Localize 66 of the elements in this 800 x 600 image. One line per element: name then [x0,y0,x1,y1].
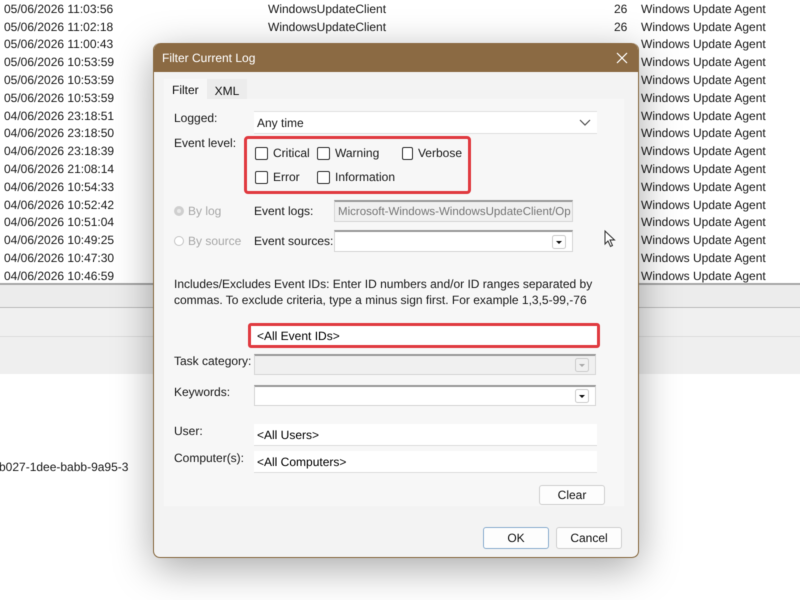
close-button[interactable] [614,50,630,66]
table-cell: 26 [614,20,628,34]
table-cell: WindowsUpdateClient [268,2,386,16]
table-cell: Windows Update Agent [641,180,766,194]
close-icon [616,52,628,64]
table-cell: 05/06/2026 11:02:18 [4,20,114,34]
tab[interactable]: XML [206,79,248,99]
help-text: Includes/Excludes Event IDs: Enter ID numbers and/or ID ranges separated by commas. To exclude criteria, type a minus sign first. For example 1,3,5-99,-76 [174,276,594,308]
field-label: Event level: [174,136,238,150]
table-cell: 04/06/2026 10:46:59 [4,268,114,283]
tab[interactable]: Filter [164,79,207,99]
dropdown[interactable] [254,385,596,406]
table-cell: Windows Update Agent [641,144,766,158]
clear-button[interactable]: Clear [539,485,605,505]
window-title: Filter Current Log [162,50,256,64]
table-cell: 04/06/2026 10:54:33 [4,180,114,194]
table-cell: Windows Update Agent [641,108,766,123]
table-cell: WindowsUpdateClient [268,20,386,34]
table-cell: Windows Update Agent [641,2,766,16]
table-cell: Windows Update Agent [641,162,766,176]
dialog-button[interactable]: OK [483,527,549,549]
table-cell: 04/06/2026 10:51:04 [4,215,114,230]
table-cell: 05/06/2026 10:53:59 [4,55,114,70]
table-cell: 04/06/2026 21:08:14 [4,162,114,176]
dialog-button[interactable]: Cancel [556,527,622,549]
table-cell: 04/06/2026 10:47:30 [4,251,114,266]
table-cell: 04/06/2026 23:18:51 [4,108,114,123]
table-cell: 05/06/2026 11:00:43 [4,37,114,52]
table-cell: Windows Update Agent [641,198,766,212]
input-field[interactable]: <All Event IDs> [248,323,600,348]
table-cell: Windows Update Agent [641,215,766,230]
table-cell: Windows Update Agent [641,73,766,88]
field-label: Keywords: [174,385,232,399]
checkbox[interactable]: Information [317,170,402,184]
table-cell: 04/06/2026 23:18:50 [4,126,114,140]
field-label: Logged: [174,111,218,125]
table-cell: 05/06/2026 11:03:56 [4,2,114,16]
table-cell: 05/06/2026 10:53:59 [4,73,114,88]
field-label: Task category: [174,354,252,368]
checkbox[interactable]: Critical [255,146,317,160]
table-cell: Windows Update Agent [641,268,766,283]
field-label: Event sources: [254,234,334,248]
checkbox[interactable]: Warning [317,146,402,160]
checkbox[interactable]: Error [255,170,317,184]
table-cell: 05/06/2026 10:53:59 [4,90,114,105]
table-cell: 26 [614,2,628,16]
dropdown[interactable]: Any time [254,111,597,134]
field-label: Computer(s): [174,451,246,465]
table-cell: Windows Update Agent [641,251,766,266]
table-cell: Windows Update Agent [641,55,766,70]
table-cell: 04/06/2026 23:18:39 [4,144,114,158]
table-cell: Windows Update Agent [641,20,766,34]
table-cell: Windows Update Agent [641,126,766,140]
table-cell: Windows Update Agent [641,37,766,52]
table-cell: Windows Update Agent [641,90,766,105]
table-cell: Windows Update Agent [641,233,766,248]
details-text: b027-1dee-babb-9a95-3 [0,460,128,474]
chevron-down-icon [579,118,591,126]
table-cell: 04/06/2026 10:52:42 [4,198,114,212]
table-cell: 04/06/2026 10:49:25 [4,233,114,248]
field-label: Event logs: [254,204,314,218]
input-field[interactable]: <All Computers> [254,451,597,473]
input-field[interactable]: <All Users> [254,424,597,446]
field-label: User: [174,424,204,438]
pointer-icon [604,230,616,248]
checkbox[interactable]: Verbose [402,146,462,160]
